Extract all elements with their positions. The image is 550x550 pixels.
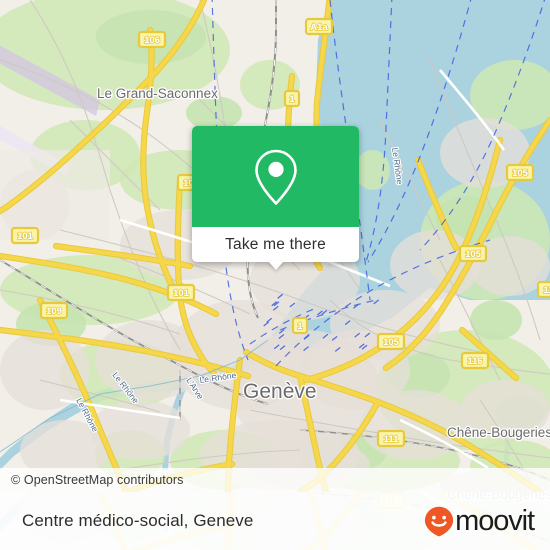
moovit-wordmark: moovit bbox=[455, 507, 534, 536]
residential-area bbox=[250, 502, 370, 550]
airport-apron bbox=[0, 150, 110, 240]
screenshot-root: Le Rhône Le Rhône Le Rhône Le Rhône L'Arve Le… bbox=[0, 0, 550, 550]
moovit-smiley-pin-icon bbox=[424, 506, 454, 537]
take-me-there-button[interactable]: Take me there bbox=[192, 227, 359, 262]
bottom-bar: Le RhôneLe RhôneLe RhôneLe RhôneL'ArveLe… bbox=[0, 492, 550, 550]
map-pin-icon bbox=[251, 146, 301, 208]
route-shield: 101 bbox=[168, 285, 194, 300]
route-shield-label: 1 bbox=[297, 321, 303, 332]
attribution-text: © OpenStreetMap contributors bbox=[11, 473, 184, 487]
forest-area bbox=[470, 300, 522, 340]
motorway bbox=[300, 492, 378, 550]
popup-pointer bbox=[268, 261, 284, 270]
route-shield: 1 bbox=[285, 91, 299, 106]
route-shield: 106 bbox=[139, 32, 165, 47]
route-shield: 1 bbox=[293, 318, 307, 333]
route-shield-label: 106 bbox=[144, 35, 160, 46]
map-attribution: © OpenStreetMap contributors bbox=[0, 468, 550, 492]
route-shield: 116 bbox=[538, 282, 550, 297]
route-shield-label: 1 bbox=[289, 94, 295, 105]
route-shield-label: 105 bbox=[465, 249, 482, 260]
motorway bbox=[300, 492, 326, 550]
route-shield: 109 bbox=[41, 303, 67, 318]
route-shield: 105 bbox=[378, 334, 404, 349]
road-casing bbox=[300, 492, 378, 550]
city-label: Chêne-Bougeries bbox=[447, 425, 550, 440]
place-title: Centre médico-social, Geneve bbox=[22, 511, 253, 531]
route-shield: 105 bbox=[460, 246, 486, 261]
city-label: Le Grand-Saconnex bbox=[97, 86, 218, 101]
route-shield-label: A1a bbox=[310, 22, 328, 33]
route-shield-label: 111 bbox=[384, 496, 400, 507]
route-shield-label: 111 bbox=[384, 434, 400, 445]
route-shield: 101 bbox=[12, 228, 38, 243]
popup-icon-area bbox=[192, 126, 359, 227]
route-shield: 116 bbox=[462, 353, 488, 368]
route-shield: A1a bbox=[306, 19, 332, 34]
city-label: Genève bbox=[243, 380, 317, 403]
location-popup-card[interactable]: Take me there bbox=[192, 126, 359, 262]
route-shield: 111 bbox=[378, 493, 404, 508]
route-shield-label: 116 bbox=[467, 356, 482, 367]
moovit-logo[interactable]: moovit bbox=[424, 506, 534, 537]
route-shield-label: 109 bbox=[46, 306, 62, 317]
water-label: Le Rhône bbox=[74, 492, 100, 496]
route-shield: 111 bbox=[378, 431, 404, 446]
route-shield: 105 bbox=[507, 165, 533, 180]
residential-area bbox=[460, 492, 550, 502]
city-label: Chêne-Bougeries bbox=[447, 492, 550, 502]
route-shield-label: 101 bbox=[17, 231, 34, 242]
forest-area bbox=[330, 498, 386, 532]
route-shield-label: 105 bbox=[383, 337, 400, 348]
route-shield-label: 101 bbox=[173, 288, 190, 299]
route-shield-label: 116 bbox=[543, 285, 550, 296]
road-casing bbox=[300, 492, 326, 550]
residential-area bbox=[230, 492, 380, 512]
route-shield-label: 105 bbox=[512, 168, 529, 179]
forest-area bbox=[186, 96, 242, 130]
take-me-there-label: Take me there bbox=[225, 236, 326, 254]
